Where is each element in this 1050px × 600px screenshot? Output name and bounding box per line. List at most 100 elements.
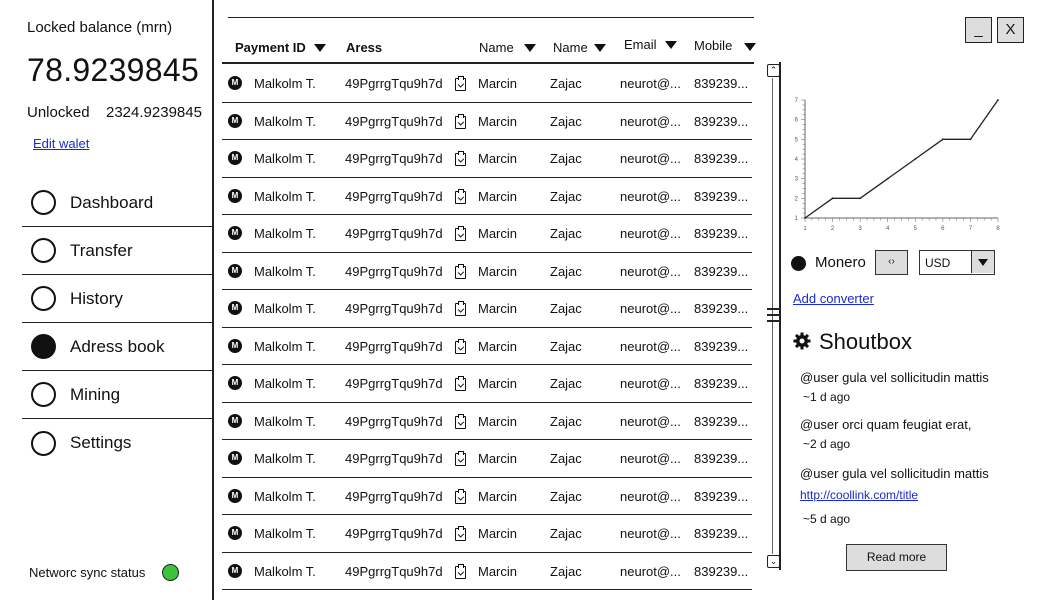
cell-first-name: Marcin xyxy=(478,563,518,579)
nav-item-mining[interactable]: Mining xyxy=(22,371,214,419)
cell-first-name: Marcin xyxy=(478,263,518,279)
table-row[interactable]: M Malkolm T. 49PgrrgTqu9h7d Marcin Zajac neur… xyxy=(222,65,752,103)
sort-down-icon[interactable] xyxy=(664,40,677,49)
monero-coin-icon: M xyxy=(228,563,242,578)
clipboard-copy-icon[interactable] xyxy=(455,488,466,504)
cell-last-name: Zajac xyxy=(550,376,582,391)
chart-data-point xyxy=(804,217,806,219)
close-button[interactable]: X xyxy=(997,17,1024,43)
column-header-last-name[interactable]: Name xyxy=(553,40,606,55)
chart-data-point xyxy=(914,158,917,160)
swap-currency-button[interactable]: ‹› xyxy=(875,250,908,275)
clipboard-copy-icon[interactable] xyxy=(455,151,466,166)
cell-first-name: Marcin xyxy=(478,113,518,129)
nav-item-label: Transfer xyxy=(70,240,133,260)
clipboard-copy-icon[interactable] xyxy=(455,188,466,204)
read-more-button[interactable]: Read more xyxy=(846,544,947,571)
column-header-first-name[interactable]: Name xyxy=(479,40,536,55)
table-top-border xyxy=(228,17,754,18)
cell-payment-id: Malkolm T. xyxy=(254,338,316,354)
table-row[interactable]: M Malkolm T. 49PgrrgTqu9h7d Marcin Zajac neur… xyxy=(222,328,752,365)
table-row[interactable]: M Malkolm T. 49PgrrgTqu9h7d Marcin Zajac neur… xyxy=(222,178,752,215)
table-row[interactable]: M Malkolm T. 49PgrrgTqu9h7d Marcin Zajac neur… xyxy=(222,515,752,553)
shout-timestamp: ~1 d ago xyxy=(803,390,851,404)
sort-down-icon[interactable] xyxy=(313,43,326,52)
chart-x-tick-label: 5 xyxy=(914,226,918,232)
scroll-up-icon[interactable]: ⌃ xyxy=(767,64,780,77)
chart-y-tick-label: 1 xyxy=(795,216,799,222)
table-row[interactable]: M Malkolm T. 49PgrrgTqu9h7d Marcin Zajac neur… xyxy=(222,440,752,478)
cell-payment-id: Malkolm T. xyxy=(254,76,316,91)
cell-mobile: 839239... xyxy=(694,151,749,166)
clipboard-copy-icon[interactable] xyxy=(455,226,466,241)
clipboard-copy-icon[interactable] xyxy=(455,113,466,129)
cell-mobile: 839239... xyxy=(694,113,749,129)
shout-message: @user gula vel sollicitudin mattis xyxy=(800,466,989,481)
shout-link[interactable]: http://coollink.com/title xyxy=(800,488,918,502)
edit-wallet-link[interactable]: Edit walet xyxy=(33,136,89,151)
cell-mobile: 839239... xyxy=(694,376,749,391)
table-row[interactable]: M Malkolm T. 49PgrrgTqu9h7d Marcin Zajac neur… xyxy=(222,553,752,590)
chart-x-tick-label: 7 xyxy=(969,226,973,232)
cell-first-name: Marcin xyxy=(478,488,518,504)
clipboard-copy-icon[interactable] xyxy=(455,376,466,391)
nav-item-address-book[interactable]: Adress book xyxy=(22,323,214,371)
add-converter-link[interactable]: Add converter xyxy=(793,291,874,306)
scrollbar-thumb[interactable] xyxy=(767,304,780,328)
nav-item-dashboard[interactable]: Dashboard xyxy=(22,179,214,227)
currency-select[interactable]: USD xyxy=(919,250,995,275)
sort-down-icon[interactable] xyxy=(523,43,536,52)
chevron-down-icon[interactable] xyxy=(971,251,994,273)
clipboard-copy-icon[interactable] xyxy=(455,413,466,429)
table-scrollbar[interactable]: ⌃ ⌄ xyxy=(765,62,781,570)
table-row[interactable]: M Malkolm T. 49PgrrgTqu9h7d Marcin Zajac neur… xyxy=(222,290,752,328)
cell-last-name: Zajac xyxy=(550,188,582,204)
nav-item-settings[interactable]: Settings xyxy=(22,419,214,467)
unlocked-value: 2324.9239845 xyxy=(106,104,202,121)
column-header-label: Aress xyxy=(346,40,383,55)
clipboard-copy-icon[interactable] xyxy=(455,76,466,91)
chart-x-tick-label: 6 xyxy=(941,226,945,232)
clipboard-copy-icon[interactable] xyxy=(455,563,466,579)
table-row[interactable]: M Malkolm T. 49PgrrgTqu9h7d Marcin Zajac neur… xyxy=(222,403,752,440)
monero-coin-icon: M xyxy=(228,151,242,165)
clipboard-copy-icon[interactable] xyxy=(455,263,466,279)
clipboard-copy-icon[interactable] xyxy=(455,301,466,316)
cell-first-name: Marcin xyxy=(478,226,518,241)
table-row[interactable]: M Malkolm T. 49PgrrgTqu9h7d Marcin Zajac neur… xyxy=(222,478,752,515)
cell-payment-id: Malkolm T. xyxy=(254,376,316,391)
table-row[interactable]: M Malkolm T. 49PgrrgTqu9h7d Marcin Zajac neur… xyxy=(222,103,752,140)
cell-address: 49PgrrgTqu9h7d xyxy=(345,188,443,204)
nav-item-transfer[interactable]: Transfer xyxy=(22,227,214,275)
clipboard-copy-icon[interactable] xyxy=(455,526,466,541)
table-row[interactable]: M Malkolm T. 49PgrrgTqu9h7d Marcin Zajac neur… xyxy=(222,140,752,178)
column-header-address[interactable]: Aress xyxy=(346,40,382,55)
clipboard-copy-icon[interactable] xyxy=(455,451,466,466)
cell-email: neurot@... xyxy=(620,188,681,204)
cell-email: neurot@... xyxy=(620,151,681,166)
column-header-mobile[interactable]: Mobile xyxy=(694,38,757,53)
chart-y-tick-label: 4 xyxy=(795,157,799,163)
cell-address: 49PgrrgTqu9h7d xyxy=(345,563,443,579)
table-row[interactable]: M Malkolm T. 49PgrrgTqu9h7d Marcin Zajac neur… xyxy=(222,365,752,403)
cell-payment-id: Malkolm T. xyxy=(254,188,316,204)
table-row[interactable]: M Malkolm T. 49PgrrgTqu9h7d Marcin Zajac neur… xyxy=(222,253,752,290)
cell-mobile: 839239... xyxy=(694,301,749,316)
minimize-button[interactable]: _ xyxy=(965,17,992,43)
scroll-down-icon[interactable]: ⌄ xyxy=(767,555,780,568)
cell-mobile: 839239... xyxy=(694,338,749,354)
cell-email: neurot@... xyxy=(620,113,681,129)
cell-first-name: Marcin xyxy=(478,451,518,466)
sort-down-icon[interactable] xyxy=(744,42,757,51)
column-header-payment-id[interactable]: Payment ID xyxy=(235,40,326,55)
nav-item-history[interactable]: History xyxy=(22,275,214,323)
currency-radio-icon[interactable] xyxy=(791,256,806,271)
cell-address: 49PgrrgTqu9h7d xyxy=(345,226,443,241)
table-row[interactable]: M Malkolm T. 49PgrrgTqu9h7d Marcin Zajac neur… xyxy=(222,215,752,253)
clipboard-copy-icon[interactable] xyxy=(455,338,466,354)
column-header-email[interactable]: Email xyxy=(624,37,677,52)
cell-address: 49PgrrgTqu9h7d xyxy=(345,263,443,279)
chart-data-point xyxy=(969,138,972,141)
sort-down-icon[interactable] xyxy=(593,43,606,52)
cell-address: 49PgrrgTqu9h7d xyxy=(345,76,443,91)
